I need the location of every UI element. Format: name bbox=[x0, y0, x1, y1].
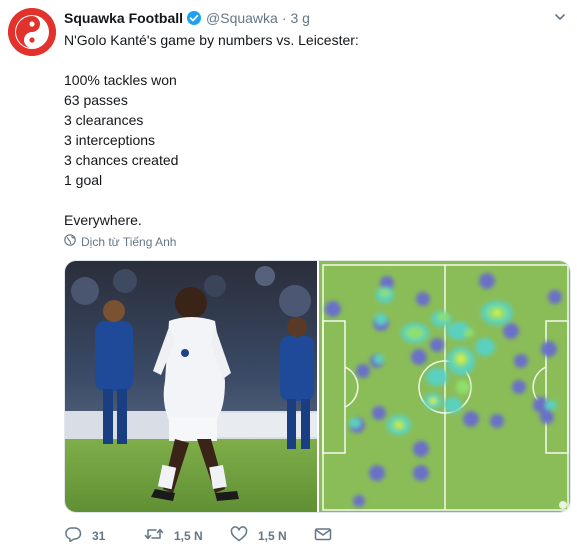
translate-link[interactable]: Dịch từ Tiếng Anh bbox=[64, 234, 176, 249]
translate-label: Dịch từ Tiếng Anh bbox=[81, 234, 177, 249]
retweet-count: 1,5 N bbox=[174, 528, 203, 543]
reply-button[interactable]: 31 bbox=[64, 526, 144, 545]
tweet-media[interactable] bbox=[64, 260, 571, 513]
separator-dot: · bbox=[281, 10, 287, 26]
author-handle[interactable]: @Squawka bbox=[206, 10, 278, 26]
retweet-icon bbox=[144, 526, 174, 545]
heatmap-image[interactable] bbox=[319, 261, 570, 512]
player-photo[interactable] bbox=[65, 261, 317, 512]
like-button[interactable]: 1,5 N bbox=[230, 526, 314, 545]
reply-count: 31 bbox=[92, 528, 106, 543]
author-display-name[interactable]: Squawka Football bbox=[64, 10, 183, 26]
direct-message-button[interactable] bbox=[314, 526, 342, 545]
envelope-icon bbox=[314, 526, 342, 545]
reply-icon bbox=[64, 526, 92, 545]
retweet-button[interactable]: 1,5 N bbox=[144, 526, 230, 545]
like-count: 1,5 N bbox=[258, 528, 287, 543]
avatar[interactable] bbox=[8, 8, 56, 56]
tweet-text: N'Golo Kanté's game by numbers vs. Leice… bbox=[64, 32, 359, 228]
tweet-header: Squawka Football @Squawka · 3 g bbox=[64, 8, 567, 28]
tweet-actions: 31 1,5 N 1,5 N bbox=[64, 526, 342, 545]
heart-icon bbox=[230, 526, 258, 545]
tweet-timestamp[interactable]: 3 g bbox=[291, 10, 310, 26]
chevron-down-icon[interactable] bbox=[553, 10, 567, 27]
globe-icon bbox=[64, 234, 81, 249]
verified-badge-icon bbox=[186, 10, 202, 26]
